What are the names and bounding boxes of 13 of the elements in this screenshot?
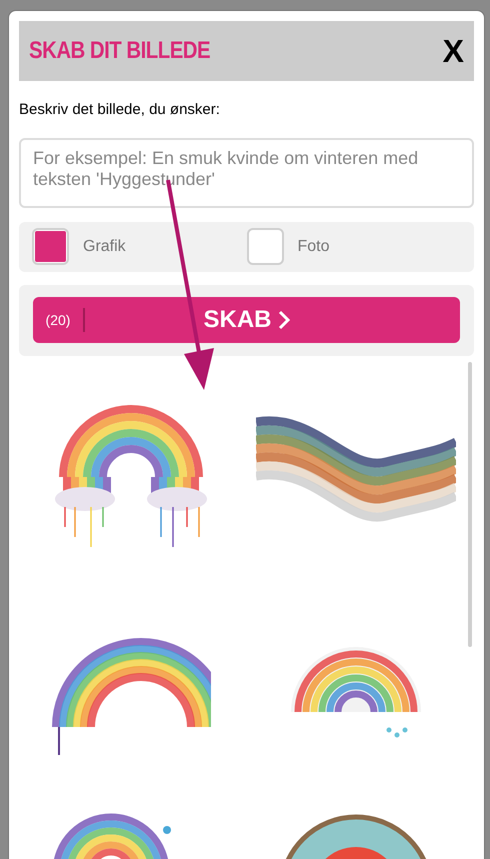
prompt-input[interactable]: For eksempel: En smuk kvinde om vinteren med teksten 'Hyggestunder'	[19, 138, 474, 208]
style-label: Grafik	[83, 236, 126, 256]
style-checkbox[interactable]	[32, 228, 69, 265]
dialog-title: SKAB DIT BILLEDE	[29, 36, 210, 66]
prompt-label: Beskriv det billede, du ønsker:	[19, 100, 221, 120]
scrollbar-thumb[interactable]	[468, 362, 472, 646]
close-button[interactable]: X	[442, 35, 464, 67]
style-label: Foto	[298, 236, 330, 256]
style-checkbox[interactable]	[246, 228, 284, 265]
create-button[interactable]: (20) SKAB	[33, 297, 460, 343]
create-label: SKAB	[203, 305, 272, 335]
chevron-right-icon	[278, 310, 290, 330]
credit-count: (20)	[33, 308, 85, 332]
